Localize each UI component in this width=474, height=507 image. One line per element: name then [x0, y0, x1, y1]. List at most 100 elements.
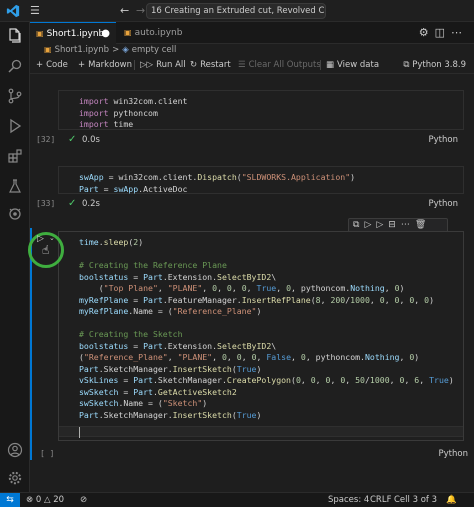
add-code-label: Code	[46, 60, 68, 70]
notebook-file-icon: ▣	[36, 29, 44, 38]
active-cell-indicator	[30, 228, 32, 460]
run-all-label: Run All	[156, 60, 186, 70]
notebook-toolbar: + Code + Markdown ▷▷ Run All ↻ Restart ☰ Clea…	[30, 57, 474, 74]
error-icon: ⊗	[26, 495, 34, 505]
warning-count: 20	[53, 495, 65, 505]
cell-language[interactable]: Python	[429, 196, 458, 212]
current-line-highlight	[59, 426, 463, 438]
warning-icon: △	[43, 495, 51, 505]
error-count: 0	[35, 495, 42, 505]
toolbar-divider	[134, 60, 135, 70]
toolbar-divider	[320, 60, 321, 70]
cell-editor[interactable]: import win32com.client import pythoncom …	[58, 90, 464, 130]
plus-icon: +	[36, 60, 44, 70]
run-options-chevron-icon[interactable]: ⌄	[49, 234, 55, 242]
text-caret	[79, 427, 80, 438]
restart-button[interactable]: ↻ Restart	[190, 57, 231, 73]
problems-indicator[interactable]: ⊗ 0 △ 20	[26, 493, 64, 507]
tab-auto[interactable]: ▣ auto.ipynb	[118, 22, 188, 44]
run-by-line-icon[interactable]: ⧉	[353, 220, 364, 230]
breadcrumb-separator: >	[112, 45, 120, 55]
vscode-logo-icon	[6, 4, 20, 18]
forward-arrow-icon[interactable]: →	[136, 4, 145, 17]
run-debug-icon[interactable]	[7, 118, 23, 134]
kernel-label: Python 3.8.9	[412, 60, 466, 70]
settings-gear-icon[interactable]	[7, 470, 23, 486]
tab-label: Short1.ipynb	[46, 29, 105, 39]
remote-icon[interactable]: ⇆	[0, 493, 20, 507]
broadcast-icon[interactable]: ⊘	[80, 493, 87, 507]
hand-pointer-cursor-icon: ☝	[42, 243, 50, 257]
eol-status[interactable]: CRLF	[370, 493, 391, 507]
run-all-button[interactable]: ▷▷ Run All	[140, 57, 186, 73]
success-check-icon: ✓	[68, 198, 77, 209]
status-bar: ⇆ ⊗ 0 △ 20 ⊘ Spaces: 4 CRLF Cell 3 of 3 …	[0, 492, 474, 507]
cell-status: ✓ 0.0s Python	[58, 132, 464, 148]
split-editor-icon[interactable]: ◫	[435, 26, 451, 39]
table-icon: ▦	[326, 60, 335, 70]
indentation-status[interactable]: Spaces: 4	[328, 493, 369, 507]
run-all-icon: ▷▷	[140, 60, 154, 70]
notebook-file-icon: ▣	[44, 45, 52, 54]
breadcrumb-file[interactable]: Short1.ipynb	[55, 45, 110, 55]
jupyter-icon[interactable]	[7, 206, 23, 222]
tab-bar: ▣ Short1.ipynb ● ▣ auto.ipynb ⚙◫⋯	[30, 22, 474, 44]
source-control-icon[interactable]	[7, 88, 23, 104]
execution-count: [ ]	[40, 449, 55, 458]
back-arrow-icon[interactable]: ←	[120, 4, 129, 17]
kernel-picker[interactable]: ⧉ Python 3.8.9	[403, 57, 466, 73]
extensions-icon[interactable]	[7, 148, 23, 164]
cell-code[interactable]: swApp = win32com.client.Dispatch("SLDWOR…	[59, 167, 463, 195]
add-markdown-label: Markdown	[88, 60, 133, 70]
cell-position-status[interactable]: Cell 3 of 3	[394, 493, 437, 507]
restart-label: Restart	[200, 60, 231, 70]
menu-icon[interactable]: ☰	[30, 5, 40, 17]
view-data-label: View data	[337, 60, 380, 70]
clear-outputs-button[interactable]: ☰ Clear All Outputs	[238, 57, 321, 73]
cell-language[interactable]: Python	[439, 449, 468, 459]
view-data-button[interactable]: ▦ View data	[326, 57, 379, 73]
settings-gear-icon[interactable]: ⚙	[419, 26, 435, 39]
execution-count: [32]	[36, 135, 56, 144]
activity-bar	[0, 22, 30, 492]
cell-code[interactable]: import win32com.client import pythoncom …	[59, 91, 463, 131]
explorer-icon[interactable]	[7, 28, 23, 44]
clear-outputs-label: Clear All Outputs	[248, 60, 321, 70]
notebook-file-icon: ▣	[124, 28, 132, 37]
more-icon[interactable]: ⋯	[401, 220, 415, 230]
cell-duration: 0.0s	[82, 135, 100, 145]
code-cell-3[interactable]: time.sleep(2) # Creating the Reference P…	[58, 231, 464, 441]
editor-actions: ⚙◫⋯	[419, 26, 468, 39]
testing-flask-icon[interactable]	[7, 178, 23, 194]
cell-icon: ◈	[122, 45, 129, 55]
tab-label: auto.ipynb	[134, 28, 183, 38]
cell-duration: 0.2s	[82, 199, 100, 209]
delete-icon[interactable]: 🗑	[415, 220, 431, 230]
title-bar: ☰ ← → 16 Creating an Extruded cut, Revol…	[0, 0, 474, 22]
split-cell-icon[interactable]: ⊟	[388, 220, 401, 230]
breadcrumb: ▣ Short1.ipynb > ◈ empty cell	[30, 44, 474, 56]
kernel-icon: ⧉	[403, 60, 413, 70]
clear-all-icon: ☰	[238, 60, 246, 70]
cell-language[interactable]: Python	[429, 132, 458, 148]
cell-editor[interactable]: swApp = win32com.client.Dispatch("SLDWOR…	[58, 166, 464, 194]
unsaved-dot-icon[interactable]: ●	[101, 23, 110, 45]
cell-editor[interactable]: time.sleep(2) # Creating the Reference P…	[58, 231, 464, 441]
execute-below-icon[interactable]: ▷	[376, 220, 388, 230]
command-center[interactable]: 16 Creating an Extruded cut, Revolved Cu…	[146, 3, 326, 19]
success-check-icon: ✓	[68, 134, 77, 145]
account-icon[interactable]	[7, 442, 23, 458]
tab-short1[interactable]: ▣ Short1.ipynb ●	[30, 22, 116, 44]
add-markdown-button[interactable]: + Markdown	[78, 57, 132, 73]
breadcrumb-cell[interactable]: empty cell	[132, 45, 177, 55]
code-cell-2[interactable]: swApp = win32com.client.Dispatch("SLDWOR…	[58, 166, 464, 210]
code-cell-1[interactable]: import win32com.client import pythoncom …	[58, 90, 464, 146]
cell-code[interactable]: time.sleep(2) # Creating the Reference P…	[59, 232, 463, 421]
add-code-button[interactable]: + Code	[36, 57, 68, 73]
search-icon[interactable]	[7, 58, 23, 74]
cell-status: ✓ 0.2s Python	[58, 196, 464, 212]
execute-above-icon[interactable]: ▷	[364, 220, 376, 230]
notifications-bell-icon[interactable]: 🔔	[446, 493, 457, 507]
plus-icon: +	[78, 60, 86, 70]
more-actions-icon[interactable]: ⋯	[451, 26, 468, 39]
